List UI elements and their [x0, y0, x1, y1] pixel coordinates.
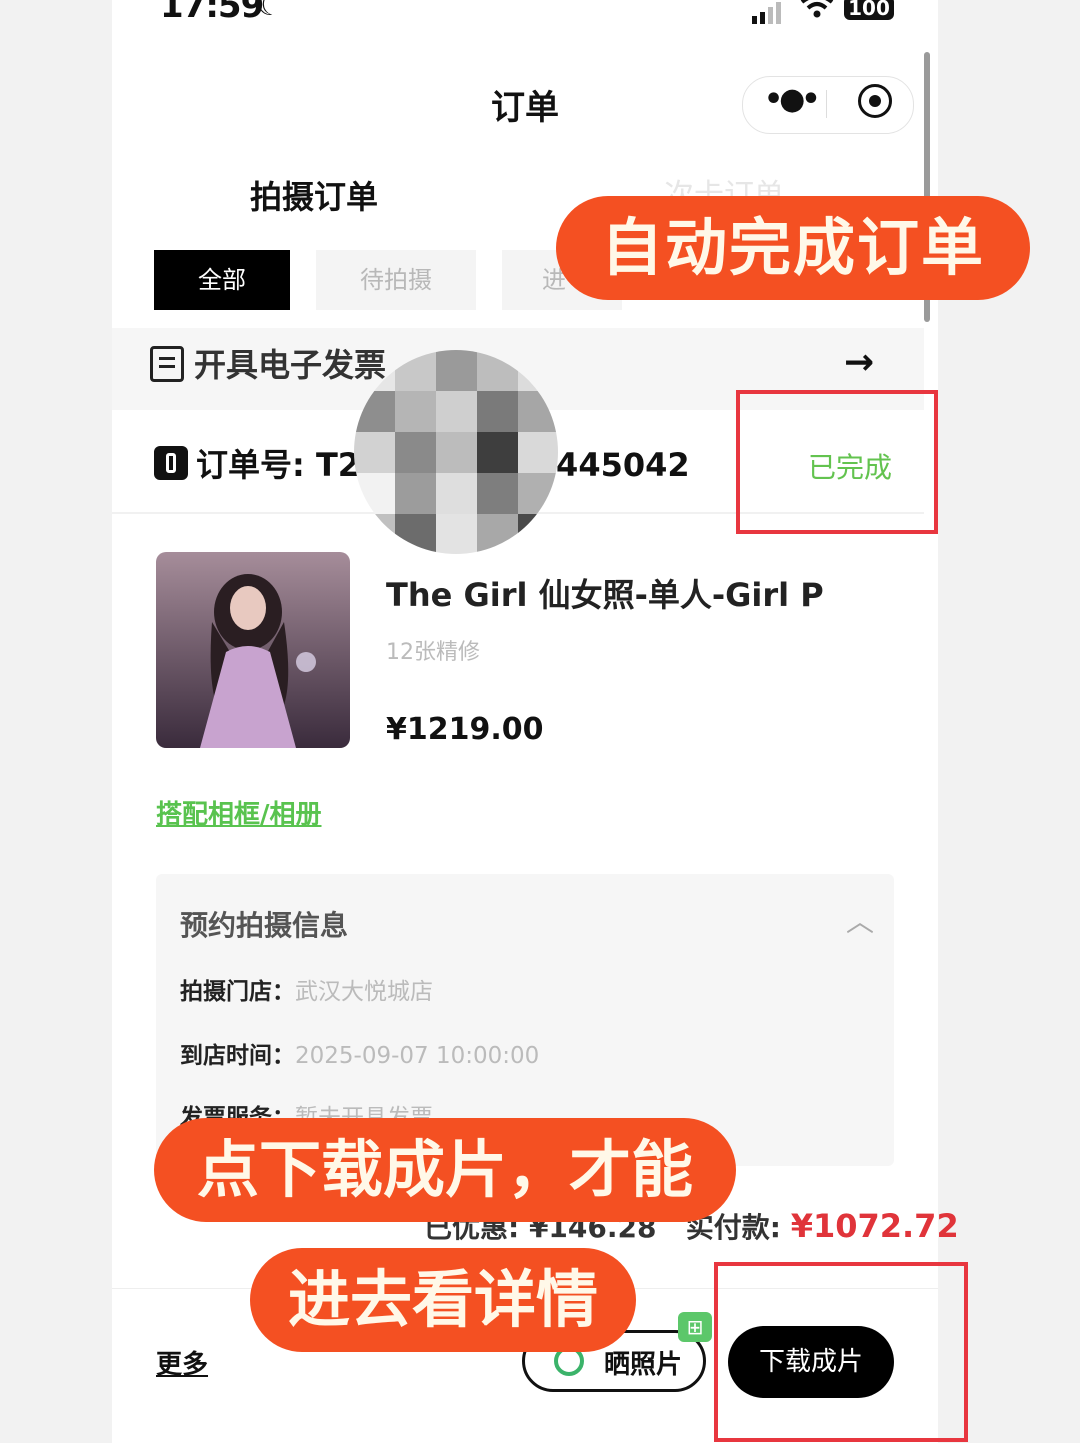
moon-icon: ☾ [256, 0, 283, 23]
more-link[interactable]: 更多 [156, 1344, 208, 1381]
gift-icon: ⊞ [678, 1312, 712, 1342]
store-label: 拍摄门店： [180, 979, 295, 1005]
caption-auto-complete: 自动完成订单 [556, 196, 1030, 300]
close-miniprogram-icon[interactable] [858, 84, 892, 118]
capsule-divider [826, 90, 827, 118]
product-thumbnail[interactable] [156, 552, 350, 748]
caption-click-download: 点下载成片，才能 [154, 1118, 736, 1222]
product-price: ¥1219.00 [386, 712, 544, 747]
tab-shoot-orders[interactable]: 拍摄订单 [250, 172, 378, 218]
product-title[interactable]: The Girl 仙女照-单人-Girl P [386, 570, 824, 616]
privacy-mosaic [354, 350, 558, 554]
store-value: 武汉大悦城店 [295, 979, 433, 1005]
wifi-icon [800, 0, 834, 30]
arrival-time-row: 到店时间：2025-09-07 10:00:00 [180, 1036, 539, 1070]
highlight-download-box [714, 1262, 968, 1442]
highlight-status-box [736, 390, 938, 534]
order-icon [154, 446, 188, 480]
arrival-time-value: 2025-09-07 10:00:00 [295, 1043, 540, 1069]
status-time: 17:59 [160, 0, 264, 26]
booking-info-title: 预约拍摄信息 [180, 909, 349, 942]
store-row: 拍摄门店：武汉大悦城店 [180, 972, 433, 1006]
product-subtitle: 12张精修 [386, 640, 480, 665]
order-number-prefix: 订单号: T2 [196, 446, 361, 484]
arrow-right-icon[interactable]: → [844, 342, 874, 383]
frame-album-link[interactable]: 搭配相框/相册 [156, 794, 322, 831]
order-number-suffix: 445042 [556, 446, 690, 484]
signal-icon [750, 2, 790, 24]
chevron-up-icon[interactable]: ︿ [846, 900, 874, 940]
more-options-icon[interactable]: •●• [764, 82, 821, 122]
invoice-icon [150, 346, 184, 382]
invoice-label: 开具电子发票 [194, 346, 387, 384]
caption-see-details: 进去看详情 [250, 1248, 636, 1352]
arrival-time-label: 到店时间： [180, 1043, 295, 1069]
battery-icon: 100 [844, 0, 894, 20]
filter-all[interactable]: 全部 [154, 250, 290, 310]
filter-waiting[interactable]: 待拍摄 [316, 250, 476, 310]
paid-value: ¥1072.72 [790, 1207, 959, 1245]
share-photo-label: 晒照片 [604, 1350, 683, 1380]
